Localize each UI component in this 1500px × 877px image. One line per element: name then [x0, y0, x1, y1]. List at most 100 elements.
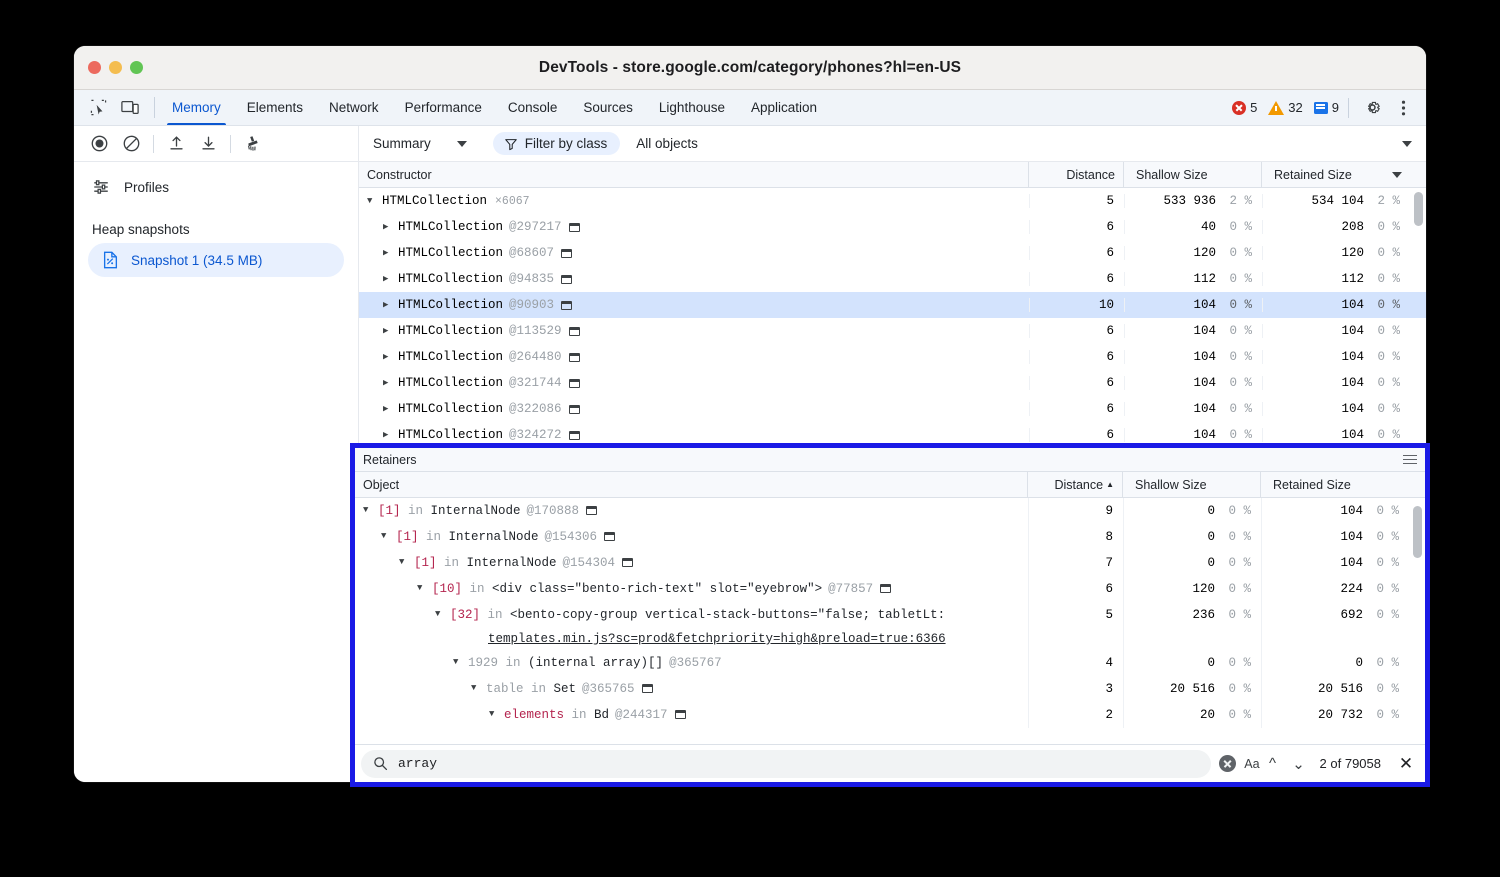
expand-triangle-icon[interactable] — [383, 326, 395, 336]
hamburger-menu-icon[interactable] — [1403, 455, 1417, 465]
shallow-size-cell: 1120 % — [1124, 272, 1262, 286]
download-icon[interactable] — [193, 130, 223, 158]
retained-size-cell: 1040 % — [1262, 324, 1410, 338]
sidebar-item-profiles[interactable]: Profiles — [74, 170, 358, 204]
inspect-element-icon[interactable] — [84, 95, 112, 121]
expand-triangle-icon[interactable] — [383, 248, 395, 258]
clear-recording-icon[interactable] — [116, 130, 146, 158]
collapse-triangle-icon[interactable] — [471, 683, 483, 693]
collapse-triangle-icon[interactable] — [417, 583, 429, 593]
expand-triangle-icon[interactable] — [383, 352, 395, 362]
retainer-in-keyword: in — [401, 504, 431, 518]
object-cell: [1] in InternalNode@170888 — [355, 498, 1028, 524]
object-id: @244317 — [615, 708, 668, 722]
expand-triangle-icon[interactable] — [383, 222, 395, 232]
distance-cell: 2 — [1028, 702, 1123, 728]
shallow-size-percent: 0 % — [1224, 324, 1252, 338]
upload-icon[interactable] — [161, 130, 191, 158]
search-input-wrapper[interactable]: array — [361, 750, 1211, 778]
filter-by-class-button[interactable]: Filter by class — [493, 132, 621, 155]
distance-cell: 5 — [1028, 602, 1123, 650]
constructor-name: HTMLCollection — [398, 324, 503, 338]
object-scope-select[interactable]: All objects — [636, 136, 698, 151]
table-row[interactable]: HTMLCollection@32208661040 %1040 % — [359, 396, 1426, 422]
table-row[interactable]: [32] in <bento-copy-group vertical-stack… — [355, 602, 1425, 650]
retained-size-percent: 0 % — [1372, 350, 1400, 364]
clear-search-icon[interactable] — [1219, 755, 1236, 772]
column-header-distance[interactable]: Distance — [1029, 162, 1124, 187]
retainers-column-header-object[interactable]: Object — [355, 472, 1028, 497]
object-id: @324272 — [509, 428, 562, 442]
table-row[interactable]: HTMLCollection@11352961040 %1040 % — [359, 318, 1426, 344]
collapse-triangle-icon[interactable] — [435, 609, 447, 619]
collapse-triangle-icon[interactable] — [453, 657, 465, 667]
table-row[interactable]: [10] in <div class="bento-rich-text" slo… — [355, 576, 1425, 602]
tab-network[interactable]: Network — [316, 90, 392, 125]
tab-performance[interactable]: Performance — [392, 90, 495, 125]
table-row[interactable]: 1929 in (internal array)[]@365767400 %00… — [355, 650, 1425, 676]
object-description: table in Set@365765 — [486, 676, 653, 702]
tab-console[interactable]: Console — [495, 90, 571, 125]
column-header-shallow-size[interactable]: Shallow Size — [1124, 162, 1262, 187]
shallow-size-value: 0 — [1207, 530, 1215, 544]
tab-sources[interactable]: Sources — [570, 90, 646, 125]
retainers-column-header-retained-size[interactable]: Retained Size — [1261, 472, 1409, 497]
expand-triangle-icon[interactable] — [383, 274, 395, 284]
retainers-column-header-shallow-size[interactable]: Shallow Size — [1123, 472, 1261, 497]
gear-icon[interactable] — [1358, 95, 1386, 121]
more-options-icon[interactable] — [1389, 95, 1417, 121]
device-toolbar-icon[interactable] — [116, 95, 144, 121]
previous-match-icon[interactable]: ^ — [1260, 751, 1286, 777]
sidebar-item-snapshot-1[interactable]: Snapshot 1 (34.5 MB) — [88, 243, 344, 277]
next-match-icon[interactable]: ⌄ — [1286, 751, 1312, 777]
tab-application[interactable]: Application — [738, 90, 830, 125]
retainers-panel: Retainers Object Distance ▲ Shallow Size… — [350, 443, 1430, 787]
expand-triangle-icon[interactable] — [383, 300, 395, 310]
distance-cell: 6 — [1028, 576, 1123, 602]
match-case-toggle[interactable]: Aa — [1244, 757, 1259, 771]
table-row[interactable]: [1] in InternalNode@154306800 %1040 % — [355, 524, 1425, 550]
table-row[interactable]: HTMLCollection@2972176400 %2080 % — [359, 214, 1426, 240]
collapse-triangle-icon[interactable] — [489, 709, 501, 719]
retainers-scrollbar-thumb[interactable] — [1413, 506, 1422, 558]
constructor-scrollbar-thumb[interactable] — [1414, 192, 1423, 226]
table-row[interactable]: HTMLCollection@26448061040 %1040 % — [359, 344, 1426, 370]
warning-counter[interactable]: 32 — [1268, 100, 1302, 115]
expand-triangle-icon[interactable] — [383, 404, 395, 414]
table-row[interactable]: [1] in InternalNode@154304700 %1040 % — [355, 550, 1425, 576]
table-row[interactable]: HTMLCollection@90903101040 %1040 % — [359, 292, 1426, 318]
table-row[interactable]: [1] in InternalNode@170888900 %1040 % — [355, 498, 1425, 524]
collect-garbage-icon[interactable] — [238, 130, 268, 158]
column-header-constructor[interactable]: Constructor — [359, 162, 1029, 187]
source-link[interactable]: templates.min.js?sc=prod&fetchpriority=h… — [450, 628, 946, 650]
expand-triangle-icon[interactable] — [383, 378, 395, 388]
collapse-triangle-icon[interactable] — [363, 505, 375, 515]
warning-icon — [1268, 101, 1284, 115]
table-row[interactable]: elements in Bd@2443172200 %20 7320 % — [355, 702, 1425, 728]
column-header-retained-size[interactable]: Retained Size — [1262, 162, 1410, 187]
memory-toolbar: Summary Filter by class All objects — [74, 126, 1426, 162]
table-row[interactable]: HTMLCollection@9483561120 %1120 % — [359, 266, 1426, 292]
tab-elements[interactable]: Elements — [234, 90, 316, 125]
collapse-triangle-icon[interactable] — [367, 196, 379, 206]
info-counter[interactable]: 9 — [1314, 100, 1339, 115]
error-counter[interactable]: 5 — [1232, 100, 1257, 115]
table-row[interactable]: HTMLCollection×60675533 9362 %534 1042 % — [359, 188, 1426, 214]
object-text: [10] in <div class="bento-rich-text" slo… — [432, 576, 891, 602]
expand-triangle-icon[interactable] — [383, 430, 395, 440]
collapse-triangle-icon[interactable] — [399, 557, 411, 567]
table-row[interactable]: table in Set@365765320 5160 %20 5160 % — [355, 676, 1425, 702]
collapse-triangle-icon[interactable] — [381, 531, 393, 541]
object-scope-chevron-down-icon[interactable] — [1402, 141, 1412, 147]
tab-memory[interactable]: Memory — [159, 90, 234, 125]
retainer-key: [10] — [432, 582, 462, 596]
tab-lighthouse[interactable]: Lighthouse — [646, 90, 738, 125]
table-row[interactable]: HTMLCollection@32174461040 %1040 % — [359, 370, 1426, 396]
table-row[interactable]: HTMLCollection@6860761200 %1200 % — [359, 240, 1426, 266]
search-input[interactable]: array — [398, 756, 437, 771]
close-search-icon[interactable]: ✕ — [1393, 751, 1419, 777]
retainers-column-header-distance[interactable]: Distance ▲ — [1028, 472, 1123, 497]
record-icon[interactable] — [84, 130, 114, 158]
view-mode-select[interactable]: Summary — [373, 136, 467, 151]
status-divider — [1348, 98, 1349, 118]
